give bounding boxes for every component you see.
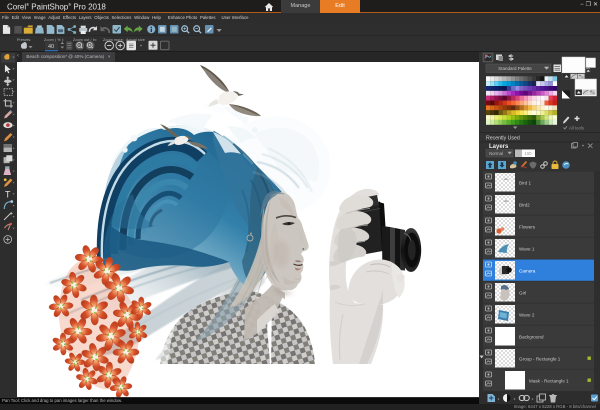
svg-text:Camera: Camera — [519, 269, 536, 274]
svg-text:Standard Palette: Standard Palette — [498, 66, 532, 71]
svg-text:All tools: All tools — [569, 126, 584, 131]
svg-text:Mask - Rectangle 1: Mask - Rectangle 1 — [529, 379, 569, 384]
svg-text:T: T — [5, 190, 11, 200]
svg-text:Flowers: Flowers — [519, 225, 536, 230]
svg-text:Wave 1: Wave 1 — [519, 247, 535, 252]
svg-text:Girl: Girl — [519, 291, 526, 296]
svg-text:Recently Used: Recently Used — [486, 136, 520, 142]
svg-text:Wave 2: Wave 2 — [519, 313, 535, 318]
svg-text:Group - Rectangle 1: Group - Rectangle 1 — [519, 357, 561, 362]
svg-text:Normal: Normal — [489, 151, 503, 156]
svg-text:40: 40 — [48, 44, 54, 50]
svg-text:Bird2: Bird2 — [519, 203, 530, 208]
svg-text:100: 100 — [525, 151, 533, 156]
svg-text:Background: Background — [519, 335, 544, 340]
svg-text:Bird 1: Bird 1 — [519, 181, 531, 186]
svg-text:Layers: Layers — [489, 144, 509, 150]
